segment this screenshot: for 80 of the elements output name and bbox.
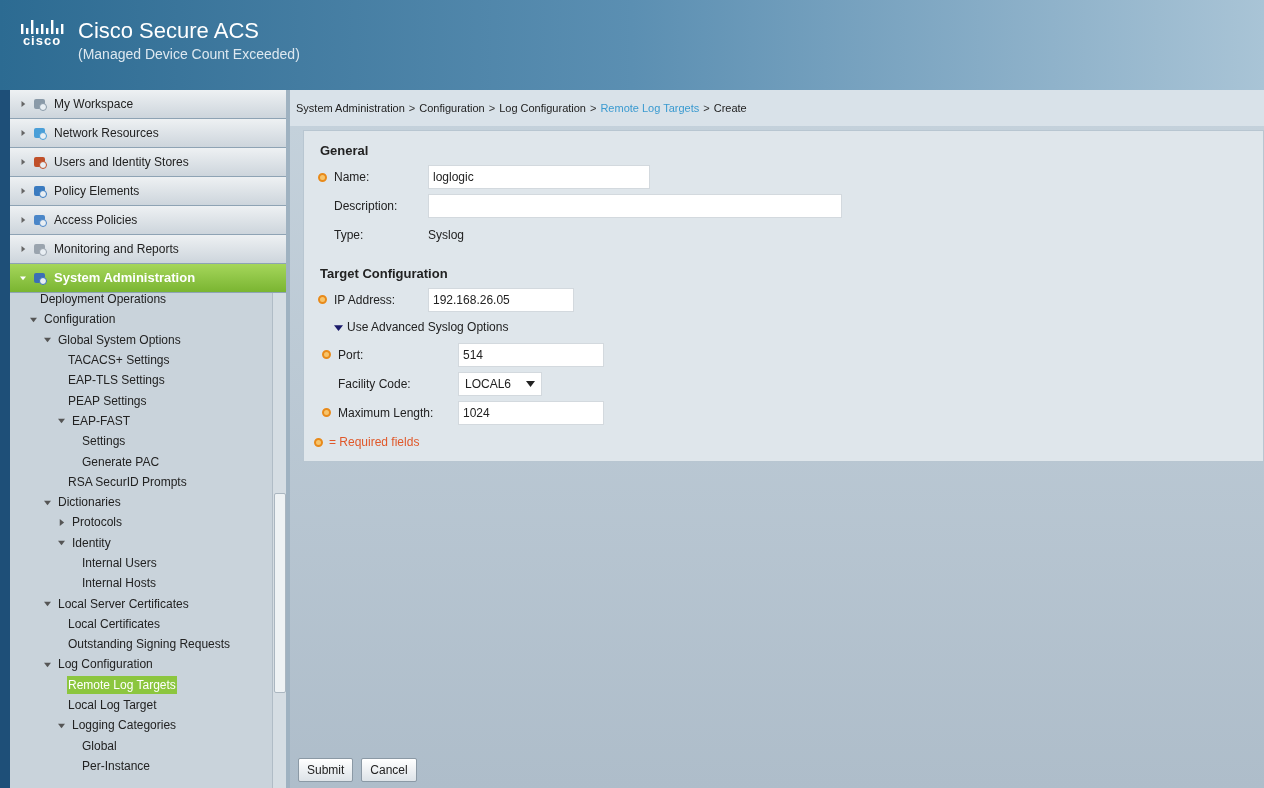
tree-item[interactable]: Configuration	[43, 310, 117, 329]
tree-item[interactable]: RSA SecurID Prompts	[67, 472, 188, 491]
section-icon	[32, 125, 48, 141]
tree-item[interactable]: Per-Instance	[81, 756, 152, 775]
facility-dropdown[interactable]: LOCAL6	[458, 371, 542, 396]
input-field[interactable]	[428, 194, 842, 218]
logo-bars-icon	[20, 18, 64, 34]
expanded-arrow-icon	[20, 275, 26, 281]
nav-section[interactable]: Access Policies	[10, 206, 286, 235]
tree-item[interactable]: Local Server Certificates	[57, 594, 190, 613]
tree-item[interactable]: Dictionaries	[57, 493, 122, 512]
field-label: Facility Code:	[338, 375, 411, 393]
tree-item[interactable]: Protocols	[71, 513, 124, 532]
tree-item[interactable]: Identity	[71, 533, 112, 552]
collapsed-arrow-icon	[20, 246, 26, 252]
breadcrumb-separator: >	[703, 100, 710, 116]
breadcrumb-item: Log Configuration	[499, 100, 586, 116]
field-value: Syslog	[428, 227, 465, 244]
input-field[interactable]: loglogic	[428, 165, 650, 189]
tree-item[interactable]: EAP-TLS Settings	[67, 371, 166, 390]
tree-item[interactable]: Log Configuration	[57, 655, 154, 674]
breadcrumb-separator: >	[408, 100, 416, 116]
field-label: IP Address:	[334, 291, 396, 309]
expanded-arrow-icon[interactable]	[334, 322, 343, 332]
section-icon	[32, 154, 48, 170]
section-title: Target Configuration	[320, 264, 449, 283]
collapsed-arrow-icon	[20, 217, 26, 223]
field-label: Port:	[338, 346, 364, 364]
collapsed-arrow-icon	[20, 188, 26, 194]
tree-item[interactable]: Internal Users	[81, 554, 158, 572]
field-label: Description:	[334, 198, 398, 215]
tree-item[interactable]: Outstanding Signing Requests	[67, 635, 232, 654]
section-icon	[32, 183, 48, 199]
collapsed-arrow-icon	[20, 159, 26, 165]
tree-item[interactable]: Local Certificates	[67, 614, 162, 633]
nav-section[interactable]: Users and Identity Stores	[10, 148, 286, 177]
tree-item[interactable]: Local Log Target	[67, 696, 158, 715]
section-icon	[32, 96, 48, 112]
app-title: Cisco Secure ACS	[78, 18, 260, 44]
breadcrumb-separator: >	[488, 100, 496, 116]
input-field[interactable]: 1024	[458, 400, 604, 425]
collapsed-arrow-icon[interactable]	[58, 518, 65, 526]
form-button[interactable]: Submit	[298, 758, 354, 782]
tree-item[interactable]: PEAP Settings	[67, 391, 148, 410]
tree-item[interactable]: Global System Options	[57, 330, 182, 349]
tree-item[interactable]: EAP-FAST	[71, 411, 131, 430]
advanced-options-toggle[interactable]: Use Advanced Syslog Options	[347, 318, 509, 336]
section-icon	[32, 212, 48, 228]
section-icon	[32, 241, 48, 257]
required-icon	[314, 437, 323, 447]
form-button[interactable]: Cancel	[361, 758, 417, 782]
breadcrumb-separator: >	[590, 100, 597, 116]
breadcrumb-item: System Administration	[296, 100, 405, 116]
nav-section[interactable]: Policy Elements	[10, 177, 286, 206]
tree-item[interactable]: Internal Hosts	[81, 574, 158, 593]
collapsed-arrow-icon	[20, 130, 26, 136]
scrollbar[interactable]	[272, 293, 286, 788]
collapsed-arrow-icon	[20, 101, 26, 107]
required-note: = Required fields	[329, 434, 420, 451]
tree-item[interactable]: TACACS+ Settings	[67, 351, 171, 370]
dropdown-caret-icon	[526, 380, 535, 387]
nav-section[interactable]: My Workspace	[10, 90, 286, 119]
nav-section[interactable]: Network Resources	[10, 119, 286, 148]
tree-item[interactable]: Generate PAC	[81, 452, 161, 471]
section-title: General	[320, 142, 370, 160]
tree-item[interactable]: Logging Categories	[71, 716, 178, 735]
tree-item[interactable]: Global	[81, 736, 118, 755]
section-icon	[32, 270, 48, 286]
field-label: Name:	[334, 169, 370, 186]
logo-text: cisco	[22, 34, 62, 47]
breadcrumb-item: Configuration	[419, 100, 485, 116]
breadcrumb-item: Create	[713, 100, 747, 116]
app-subtitle: (Managed Device Count Exceeded)	[78, 45, 300, 64]
field-label: Maximum Length:	[338, 404, 434, 422]
tree-item[interactable]: Settings	[81, 432, 127, 451]
nav-section[interactable]: Monitoring and Reports	[10, 235, 286, 264]
input-field[interactable]: 192.168.26.05	[428, 287, 574, 312]
tree-item[interactable]: Deployment Operations	[39, 293, 168, 309]
field-label: Type:	[334, 227, 364, 244]
input-field[interactable]: 514	[458, 342, 604, 367]
